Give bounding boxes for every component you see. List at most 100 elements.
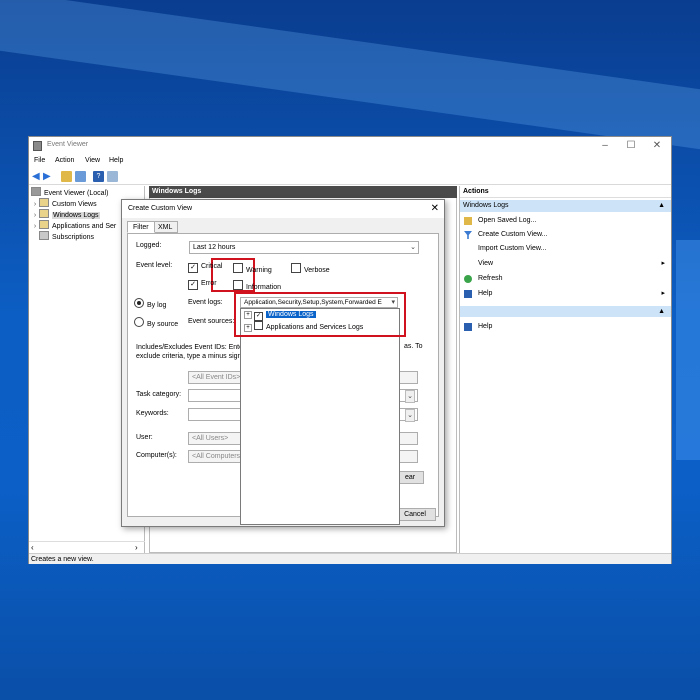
toolbar: ◀ ▶ ?: [29, 169, 671, 185]
by-source-label: By source: [147, 321, 179, 328]
open-folder-icon: [464, 217, 472, 225]
chevron-down-icon: ⌄: [410, 244, 416, 251]
action-help-2[interactable]: Help: [460, 320, 671, 334]
logged-value: Last 12 hours: [193, 244, 236, 251]
menu-action[interactable]: Action: [55, 157, 74, 164]
tab-filter[interactable]: Filter: [127, 221, 155, 233]
checkbox-critical-box[interactable]: ✓: [188, 263, 198, 273]
chevron-down-icon: ⌄: [405, 409, 415, 422]
error-label: Error: [201, 280, 217, 287]
tab-xml[interactable]: XML: [153, 221, 179, 233]
tree-item-applications-services[interactable]: › Applications and Ser: [31, 220, 116, 231]
computer-placeholder: <All Computers: [192, 453, 241, 460]
radio-by-source-dot[interactable]: [134, 317, 144, 327]
action-create-custom-view[interactable]: Create Custom View...: [460, 228, 671, 242]
refresh-icon: [464, 275, 472, 283]
action-open-saved-log[interactable]: Open Saved Log...: [460, 214, 671, 228]
checkbox-information-box[interactable]: [233, 280, 243, 290]
by-log-label: By log: [147, 302, 167, 309]
close-button[interactable]: ✕: [645, 139, 669, 153]
menu-view[interactable]: View: [85, 157, 100, 164]
clear-button[interactable]: ear: [396, 471, 424, 484]
verbose-label: Verbose: [304, 267, 330, 274]
collapse-icon[interactable]: ▲: [658, 200, 665, 212]
checkbox-warning-box[interactable]: [233, 263, 243, 273]
dialog-title: Create Custom View: [122, 200, 444, 218]
task-category-label: Task category:: [136, 391, 182, 398]
checkbox-verbose[interactable]: Verbose: [291, 263, 330, 274]
tree-item-windows-logs[interactable]: › Windows Logs: [31, 209, 100, 220]
window-title: Event Viewer: [47, 141, 89, 148]
event-viewer-icon: [31, 187, 41, 196]
expand-icon[interactable]: ›: [31, 221, 39, 232]
subscriptions-icon: [39, 231, 49, 240]
event-logs-label: Event logs:: [188, 299, 223, 306]
tree-item-subscriptions[interactable]: Subscriptions: [39, 231, 94, 242]
checkbox-warning[interactable]: Warning: [233, 263, 272, 274]
checkbox-error[interactable]: ✓ Error: [188, 280, 217, 290]
event-sources-label: Event sources:: [188, 318, 235, 325]
event-level-label: Event level:: [136, 262, 173, 269]
cancel-button[interactable]: Cancel: [394, 508, 436, 521]
action-label: Open Saved Log...: [478, 217, 537, 224]
action-label: View: [478, 260, 494, 267]
radio-by-log-dot[interactable]: [134, 298, 144, 308]
highlight-box-event-logs: [234, 292, 406, 337]
action-pane-icon[interactable]: [107, 171, 118, 182]
back-icon[interactable]: ◀: [32, 171, 43, 182]
middle-pane-header: Windows Logs: [149, 186, 457, 198]
action-view[interactable]: View ▸: [460, 257, 671, 271]
menu-file[interactable]: File: [34, 157, 45, 164]
forward-icon[interactable]: ▶: [43, 171, 54, 182]
scroll-left-icon[interactable]: ‹: [31, 543, 34, 552]
radio-by-source[interactable]: By source: [134, 317, 178, 328]
folder-icon: [39, 209, 49, 218]
desc-line-1: Includes/Excludes Event IDs: Ente: [136, 344, 243, 351]
user-placeholder: <All Users>: [192, 435, 229, 442]
submenu-arrow-icon: ▸: [661, 290, 665, 297]
actions-section-windows-logs[interactable]: Windows Logs ▲: [460, 200, 671, 212]
tree-label: Applications and Ser: [52, 223, 117, 230]
maximize-button[interactable]: ☐: [619, 139, 643, 153]
dialog-close-icon[interactable]: ✕: [431, 203, 439, 214]
properties-icon[interactable]: [75, 171, 86, 182]
tree-root[interactable]: Event Viewer (Local): [31, 187, 108, 198]
action-help[interactable]: Help ▸: [460, 287, 671, 301]
menu-help[interactable]: Help: [109, 157, 123, 164]
tree-item-custom-views[interactable]: › Custom Views: [31, 198, 97, 209]
tree-label: Windows Logs: [52, 212, 100, 219]
tree-label: Subscriptions: [52, 234, 95, 241]
help-icon[interactable]: ?: [93, 171, 104, 182]
desc-line-2: exclude criteria, type a minus sign: [136, 353, 242, 360]
computer-label: Computer(s):: [136, 452, 177, 459]
tree-scrollbar[interactable]: ‹ ›: [29, 541, 145, 552]
tree-label: Event Viewer (Local): [44, 190, 109, 197]
action-import-custom-view[interactable]: Import Custom View...: [460, 242, 671, 256]
logged-select[interactable]: Last 12 hours ⌄: [189, 241, 419, 254]
radio-by-log[interactable]: By log: [134, 298, 166, 309]
actions-header: Actions: [460, 186, 671, 198]
collapse-icon[interactable]: ▲: [658, 306, 665, 318]
actions-section-2[interactable]: ▲: [460, 306, 671, 317]
help-icon: [464, 290, 472, 298]
action-refresh[interactable]: Refresh: [460, 272, 671, 286]
checkbox-critical[interactable]: ✓ Critical: [188, 263, 222, 273]
app-icon: [33, 141, 42, 151]
desktop-light-beam: [0, 0, 700, 150]
user-label: User:: [136, 434, 153, 441]
checkbox-verbose-box[interactable]: [291, 263, 301, 273]
status-bar: Creates a new view.: [29, 553, 671, 564]
submenu-arrow-icon: ▸: [661, 260, 665, 267]
desktop-light-pane: [676, 240, 700, 460]
filter-icon: [464, 231, 472, 239]
folder-up-icon[interactable]: [61, 171, 72, 182]
title-bar: Event Viewer – ☐ ✕: [29, 137, 671, 155]
event-logs-dropdown: + ✓ Windows Logs + Applications and Service…: [240, 308, 400, 525]
actions-pane: Actions Windows Logs ▲ Open Saved Log... …: [459, 186, 671, 553]
action-label: Refresh: [478, 275, 503, 282]
information-label: Information: [246, 284, 282, 291]
minimize-button[interactable]: –: [593, 139, 617, 153]
checkbox-information[interactable]: Information: [233, 280, 281, 291]
scroll-right-icon[interactable]: ›: [135, 543, 138, 552]
checkbox-error-box[interactable]: ✓: [188, 280, 198, 290]
